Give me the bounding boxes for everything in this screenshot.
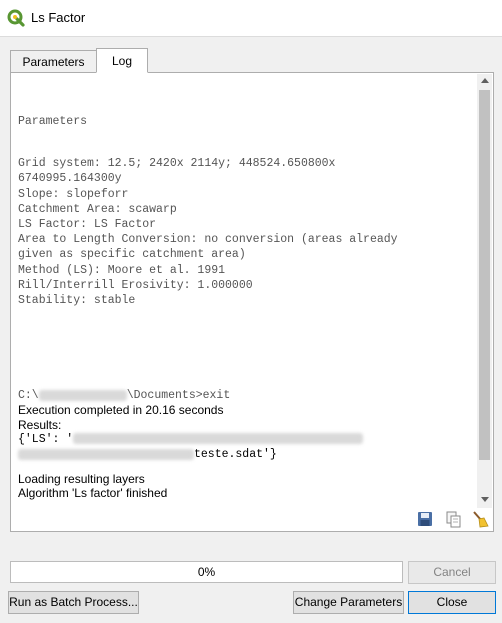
log-stability: Stability: stable <box>18 294 136 308</box>
log-slope: Slope: slopeforr <box>18 187 129 201</box>
log-results-label: Results: <box>18 417 62 432</box>
clear-icon[interactable] <box>471 510 489 528</box>
log-loading: Loading resulting layers <box>18 472 145 487</box>
log-grid-system-cont: 6740995.164300y <box>18 172 122 186</box>
log-conversion: Area to Length Conversion: no conversion… <box>18 233 398 247</box>
log-result-file: teste.sdat'} <box>18 447 473 462</box>
scroll-up-arrow[interactable] <box>477 74 492 89</box>
log-catchment: Catchment Area: scawarp <box>18 202 177 216</box>
log-result-line: {'LS': ' <box>18 432 473 447</box>
tab-parameters[interactable]: Parameters <box>10 50 97 73</box>
scroll-down-arrow[interactable] <box>477 493 492 508</box>
close-button[interactable]: Close <box>408 591 496 614</box>
log-grid-system: Grid system: 12.5; 2420x 2114y; 448524.6… <box>18 157 336 171</box>
log-finished: Algorithm 'Ls factor' finished <box>18 486 168 501</box>
log-method: Method (LS): Moore et al. 1991 <box>18 263 226 277</box>
log-output[interactable]: Parameters Grid system: 12.5; 2420x 2114… <box>13 75 479 507</box>
log-panel: Parameters Grid system: 12.5; 2420x 2114… <box>10 72 494 532</box>
save-icon[interactable] <box>416 510 434 528</box>
log-prompt: C:\ \Documents>exit <box>18 389 231 403</box>
cancel-button[interactable]: Cancel <box>408 561 496 584</box>
scroll-thumb[interactable] <box>479 90 490 460</box>
log-execution: Execution completed in 20.16 seconds <box>18 403 224 418</box>
window-title: Ls Factor <box>31 10 86 25</box>
qgis-icon <box>7 9 25 27</box>
run-as-batch-button[interactable]: Run as Batch Process... <box>8 591 139 614</box>
log-conversion-cont: given as specific catchment area) <box>18 248 246 262</box>
change-parameters-button[interactable]: Change Parameters <box>293 591 404 614</box>
progress-label: 0% <box>197 565 216 579</box>
title-bar: Ls Factor <box>0 0 502 37</box>
redacted-path-cont <box>18 448 194 460</box>
redacted-path <box>73 433 364 445</box>
log-heading: Parameters <box>18 115 88 128</box>
log-rill: Rill/Interrill Erosivity: 1.000000 <box>18 278 253 292</box>
log-ls-factor: LS Factor: LS Factor <box>18 218 157 232</box>
copy-icon[interactable] <box>444 510 462 528</box>
log-scrollbar[interactable] <box>477 74 492 508</box>
redacted-username <box>38 389 127 401</box>
tab-log[interactable]: Log <box>96 48 148 73</box>
progress-bar: 0% <box>10 561 403 583</box>
